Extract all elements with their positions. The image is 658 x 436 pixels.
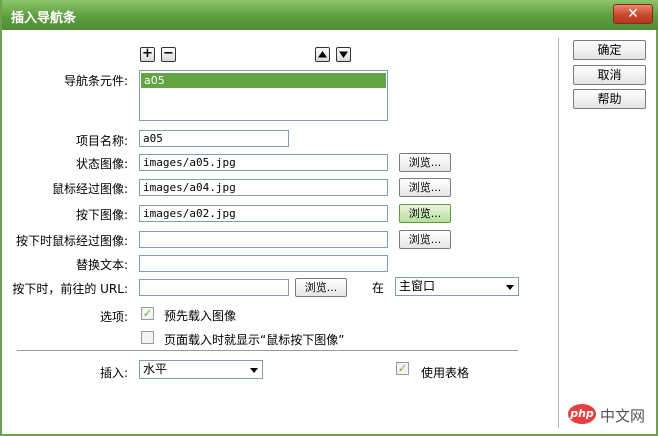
up-image-input[interactable]: images/a05.jpg: [139, 154, 388, 171]
help-button[interactable]: 帮助: [573, 89, 646, 109]
up-image-browse-button[interactable]: 浏览...: [399, 153, 451, 172]
insert-direction-select[interactable]: 水平: [139, 360, 263, 379]
checkmark-icon: ✓: [142, 307, 153, 320]
target-window-select[interactable]: 主窗口: [395, 277, 519, 296]
show-down-on-load-label: 页面载入时就显示“鼠标按下图像”: [164, 333, 345, 347]
close-button[interactable]: ✕: [613, 4, 653, 24]
over-while-down-input[interactable]: [139, 231, 388, 248]
insert-navigation-bar-dialog: 插入导航条 ✕ 确定 取消 帮助 + − 导航条元件: a05 项目名称: a0…: [0, 0, 658, 436]
list-item[interactable]: a05: [141, 73, 386, 88]
over-image-input[interactable]: images/a04.jpg: [139, 179, 388, 196]
watermark-text: 中文网: [600, 407, 646, 425]
cancel-button[interactable]: 取消: [573, 65, 646, 85]
triangle-down-icon: [339, 51, 348, 58]
add-element-button[interactable]: +: [140, 47, 155, 62]
when-clicked-url-label: 按下时，前往的 URL:: [12, 282, 128, 296]
in-label: 在: [372, 281, 385, 295]
dialog-title: 插入导航条: [11, 11, 77, 26]
insert-label: 插入:: [99, 366, 128, 380]
title-bar: 插入导航条 ✕: [2, 0, 658, 30]
use-tables-checkbox[interactable]: ✓: [396, 362, 409, 375]
ok-button[interactable]: 确定: [573, 40, 646, 60]
over-image-browse-button[interactable]: 浏览...: [399, 178, 451, 197]
chevron-down-icon: [506, 285, 514, 290]
options-label: 选项:: [99, 310, 128, 324]
elements-list[interactable]: a05: [139, 70, 388, 121]
url-browse-button[interactable]: 浏览...: [295, 278, 347, 297]
when-clicked-url-input[interactable]: [139, 279, 289, 296]
preload-images-label: 预先载入图像: [164, 309, 237, 323]
chevron-down-icon: [250, 368, 258, 373]
over-while-down-browse-button[interactable]: 浏览...: [399, 230, 451, 249]
down-image-browse-button[interactable]: 浏览...: [399, 204, 451, 223]
down-image-label: 按下图像:: [75, 208, 128, 222]
triangle-up-icon: [318, 51, 327, 58]
move-down-button[interactable]: [336, 47, 351, 62]
use-tables-label: 使用表格: [421, 366, 470, 380]
checkmark-icon: ✓: [397, 362, 408, 375]
over-while-down-label: 按下时鼠标经过图像:: [15, 234, 128, 248]
move-up-button[interactable]: [315, 47, 330, 62]
preload-images-checkbox[interactable]: ✓: [141, 307, 154, 320]
alt-text-input[interactable]: [139, 255, 388, 272]
minus-icon: −: [163, 46, 174, 61]
plus-icon: +: [142, 46, 153, 61]
remove-element-button[interactable]: −: [161, 47, 176, 62]
show-down-on-load-checkbox[interactable]: [141, 331, 154, 344]
up-image-label: 状态图像:: [75, 157, 128, 171]
insert-direction-value: 水平: [143, 362, 168, 376]
item-name-label: 项目名称:: [75, 134, 128, 148]
vertical-divider: [558, 38, 560, 428]
elements-label: 导航条元件:: [63, 74, 128, 88]
horizontal-divider: [17, 350, 518, 352]
alt-text-label: 替换文本:: [75, 258, 128, 272]
php-logo: php: [568, 404, 596, 424]
item-name-input[interactable]: a05: [139, 130, 289, 147]
over-image-label: 鼠标经过图像:: [51, 182, 128, 196]
down-image-input[interactable]: images/a02.jpg: [139, 205, 388, 222]
php-cn-watermark: php 中文网: [568, 403, 658, 425]
target-window-value: 主窗口: [399, 279, 436, 293]
